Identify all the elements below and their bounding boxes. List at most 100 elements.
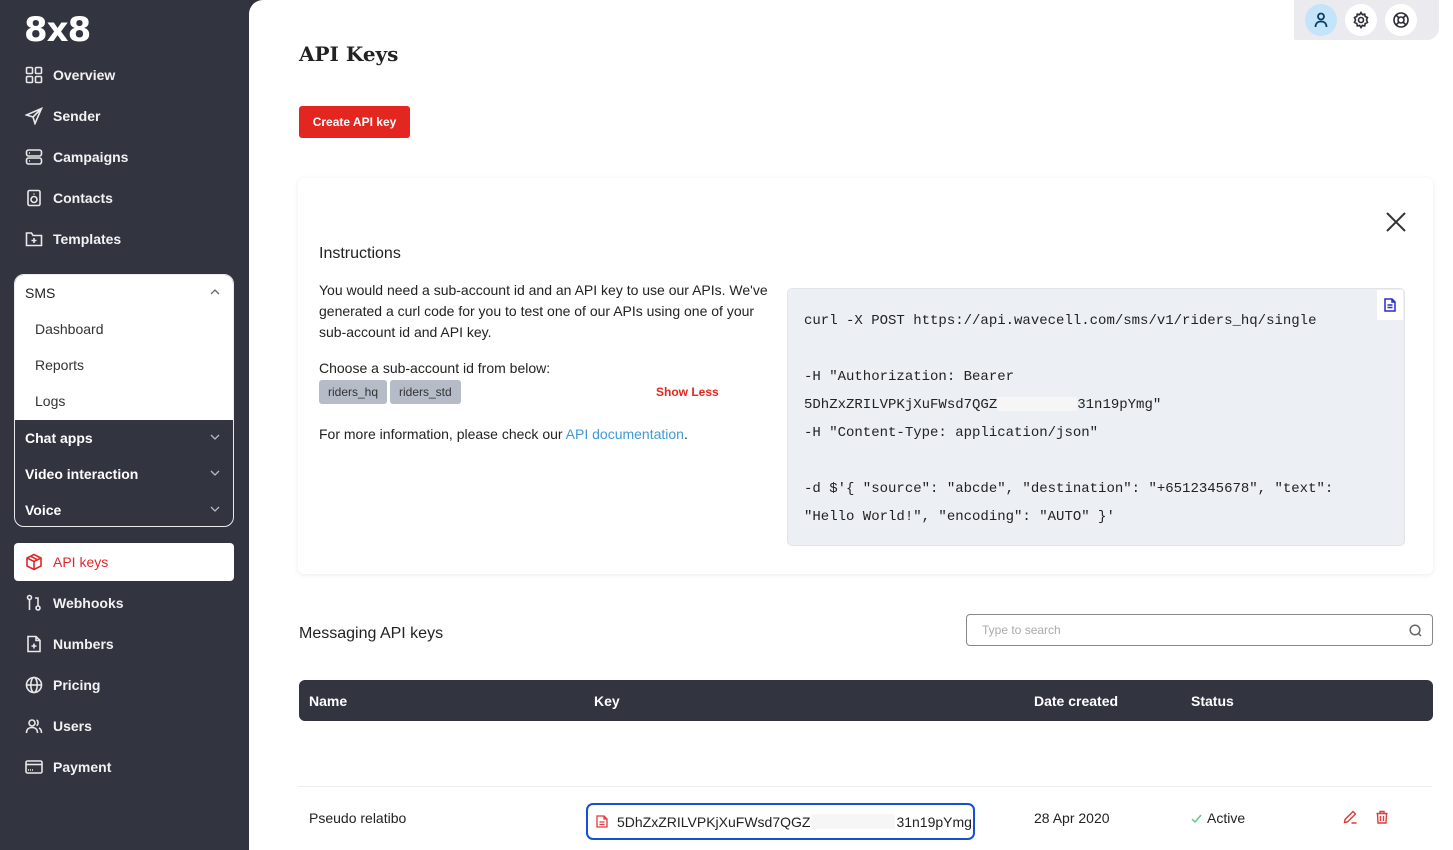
help-button[interactable] <box>1385 4 1417 36</box>
row-divider <box>298 786 1432 787</box>
copy-code-button[interactable] <box>1377 290 1403 320</box>
sidebar-item-label: Webhooks <box>53 595 124 611</box>
sidebar-item-label: Sender <box>53 108 101 124</box>
sidebar-subitem-dashboard[interactable]: Dashboard <box>15 311 233 347</box>
curl-code-block[interactable]: curl -X POST https://api.wavecell.com/sm… <box>787 288 1405 546</box>
redacted-key-segment <box>997 397 1078 412</box>
voice-group-toggle[interactable]: Voice <box>15 492 233 526</box>
sidebar-item-label: Campaigns <box>53 149 129 165</box>
sidebar-item-pricing[interactable]: Pricing <box>14 666 234 704</box>
more-info-suffix: . <box>683 426 688 442</box>
sidebar-item-label: Pricing <box>53 677 101 693</box>
check-icon <box>1191 814 1202 823</box>
api-documentation-link[interactable]: API documentation <box>566 426 684 442</box>
date-created: 28 Apr 2020 <box>1034 810 1110 826</box>
code-line: "Hello World!", "encoding": "AUTO" }' <box>804 509 1115 525</box>
gear-icon <box>1353 11 1369 29</box>
key-prefix: 5DhZxZRILVPKjXuFWsd7QGZ <box>804 397 998 413</box>
package-icon <box>24 552 44 572</box>
close-icon <box>1386 212 1406 232</box>
search-input[interactable] <box>982 623 1409 637</box>
copy-document-icon <box>1384 298 1396 312</box>
api-key-value[interactable]: 5DhZxZRILVPKjXuFWsd7QGZ 31n19pYmg <box>586 803 975 840</box>
delete-key-button[interactable] <box>1375 810 1391 826</box>
sidebar-item-label: Templates <box>53 231 122 247</box>
instructions-text: You would need a sub-account id and an A… <box>319 282 768 340</box>
group-label: Chat apps <box>25 430 93 446</box>
instructions-card: Instructions You would need a sub-accoun… <box>298 178 1433 574</box>
code-line: -d $'{ "source": "abcde", "destination":… <box>804 481 1334 497</box>
sidebar-item-payment[interactable]: Payment <box>14 748 234 786</box>
sidebar-item-campaigns[interactable]: Campaigns <box>14 138 234 176</box>
messaging-api-keys-title: Messaging API keys <box>299 625 444 642</box>
group-label: Video interaction <box>25 466 139 482</box>
group-label: Voice <box>25 502 62 518</box>
help-lifebuoy-icon <box>1393 12 1409 28</box>
search-icon[interactable] <box>1409 623 1422 637</box>
sidebar-subitem-reports[interactable]: Reports <box>15 347 233 383</box>
sidebar-item-sender[interactable]: Sender <box>14 97 234 135</box>
user-profile-button[interactable] <box>1305 4 1337 36</box>
sidebar-item-users[interactable]: Users <box>14 707 234 745</box>
sidebar-item-label: Numbers <box>53 636 114 652</box>
credit-card-icon <box>24 757 44 777</box>
sidebar-item-label: Contacts <box>53 190 113 206</box>
column-header-key[interactable]: Key <box>594 693 620 709</box>
header-blank <box>1044 0 1294 40</box>
logo[interactable]: 8x8 <box>24 10 91 50</box>
chat-apps-group-toggle[interactable]: Chat apps <box>15 420 233 456</box>
column-header-status[interactable]: Status <box>1191 693 1234 709</box>
send-icon <box>24 106 44 126</box>
sidebar-item-webhooks[interactable]: Webhooks <box>14 584 234 622</box>
sidebar-item-api-keys[interactable]: API keys <box>14 543 234 581</box>
folder-plus-icon <box>24 229 44 249</box>
key-name: Pseudo relatibo <box>309 810 407 826</box>
show-less-link[interactable]: Show Less <box>656 385 719 399</box>
column-header-date-created[interactable]: Date created <box>1034 693 1118 709</box>
more-info-text: For more information, please check our A… <box>319 426 688 442</box>
grid-icon <box>24 65 44 85</box>
key-suffix: 31n19pYmg" <box>1077 397 1162 413</box>
video-interaction-group-toggle[interactable]: Video interaction <box>15 456 233 492</box>
code-line: -H "Authorization: Bearer <box>804 369 1015 385</box>
sms-group: SMS Dashboard Reports Logs <box>15 275 233 420</box>
sidebar-item-label: Overview <box>53 67 116 83</box>
chevron-up-icon <box>209 285 221 301</box>
close-instructions-button[interactable] <box>1384 210 1408 234</box>
edit-key-button[interactable] <box>1343 810 1359 826</box>
globe-icon <box>24 675 44 695</box>
code-line-key: 5DhZxZRILVPKjXuFWsd7QGZ 31n19pYmg" <box>804 391 1388 419</box>
sidebar-item-templates[interactable]: Templates <box>14 220 234 258</box>
contact-icon <box>24 188 44 208</box>
sidebar-item-numbers[interactable]: Numbers <box>14 625 234 663</box>
sms-group-toggle[interactable]: SMS <box>15 275 233 311</box>
column-header-name[interactable]: Name <box>309 693 347 709</box>
subaccount-chip-riders-std[interactable]: riders_std <box>390 380 461 404</box>
choose-subaccount-label: Choose a sub-account id from below: <box>319 360 551 376</box>
status-badge: Active <box>1191 810 1245 826</box>
settings-button[interactable] <box>1345 4 1377 36</box>
webhook-icon <box>24 593 44 613</box>
sidebar-subitem-logs[interactable]: Logs <box>15 383 233 419</box>
instructions-title: Instructions <box>319 245 401 262</box>
key-suffix: 31n19pYmg <box>896 813 972 830</box>
subaccount-chip-riders-hq[interactable]: riders_hq <box>319 380 388 404</box>
sidebar-item-contacts[interactable]: Contacts <box>14 179 234 217</box>
server-icon <box>24 147 44 167</box>
copy-document-icon[interactable] <box>596 815 608 828</box>
chevron-down-icon <box>209 466 221 482</box>
create-api-key-button[interactable]: Create API key <box>299 106 410 138</box>
header-actions <box>1294 0 1439 40</box>
sidebar-item-label: API keys <box>53 554 109 570</box>
sidebar-item-overview[interactable]: Overview <box>14 56 234 94</box>
sidebar-item-label: Users <box>53 718 92 734</box>
code-line: -H "Content-Type: application/json" <box>804 425 1099 441</box>
redacted-key-segment <box>811 814 896 829</box>
search-box <box>966 614 1433 646</box>
sms-group-label: SMS <box>25 285 56 301</box>
trash-icon <box>1376 810 1388 824</box>
code-line: curl -X POST https://api.wavecell.com/sm… <box>804 313 1317 329</box>
chevron-down-icon <box>209 502 221 518</box>
